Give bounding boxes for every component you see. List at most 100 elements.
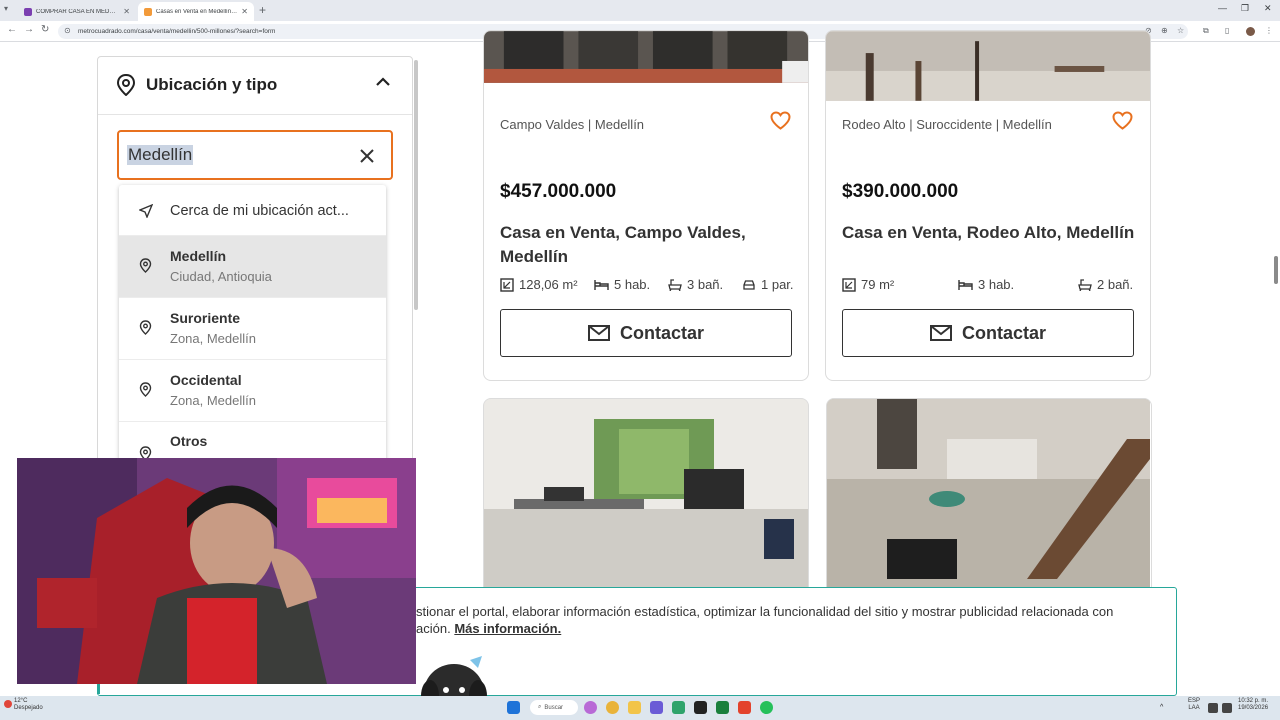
language-indicator[interactable]: ESP LAA (1188, 698, 1200, 712)
browser-menu-icon[interactable]: ⋮ (1265, 26, 1273, 35)
minimize-icon[interactable]: — (1218, 3, 1227, 13)
baths-value: 3 bañ. (687, 277, 724, 292)
listing-title[interactable]: Casa en Venta, Rodeo Alto, Medellín (842, 221, 1142, 245)
listing-title[interactable]: Casa en Venta, Campo Valdes, Medellín (500, 221, 790, 269)
clear-icon[interactable] (357, 146, 377, 166)
baths-feature: 3 bañ. (668, 277, 723, 292)
location-pin-icon (139, 258, 152, 273)
weather-widget[interactable]: 12°C Despejado (14, 698, 43, 712)
favorite-heart-icon[interactable] (770, 111, 791, 130)
mail-icon (587, 325, 610, 341)
tab-title: COMPRAR CASA EN MEDELLIN (36, 8, 120, 15)
contact-label: Contactar (961, 322, 1046, 343)
windows-start-icon[interactable] (507, 701, 520, 714)
location-suggestions-dropdown: Cerca de mi ubicación act... Medellín Ci… (119, 185, 386, 465)
contact-label: Contactar (619, 322, 704, 343)
listing-location: Rodeo Alto | Suroccidente | Medellín (842, 117, 1052, 132)
page-scrollbar[interactable] (1274, 256, 1278, 284)
webcam-overlay (17, 458, 416, 684)
listing-card[interactable] (483, 398, 809, 598)
panel-scrollbar[interactable] (414, 60, 418, 310)
weather-badge-icon (4, 700, 12, 708)
clock[interactable]: 10:32 p. m. 19/03/2026 (1238, 698, 1268, 712)
brave-icon[interactable] (738, 701, 751, 714)
app-icon[interactable] (672, 701, 685, 714)
chrome-icon[interactable] (606, 701, 619, 714)
listing-photo[interactable] (827, 399, 1150, 598)
close-tab-icon[interactable]: ✕ (241, 7, 248, 16)
favorite-heart-icon[interactable] (1112, 111, 1133, 130)
browser-tab-2[interactable]: Casas en Venta en Medellín - V ✕ (138, 2, 254, 21)
location-pin-icon (139, 320, 152, 335)
rooms-value: 3 hab. (978, 277, 1015, 292)
suggestion-medellin[interactable]: Medellín Ciudad, Antioquia (119, 236, 386, 298)
contact-button[interactable]: Contactar (500, 309, 792, 357)
cookie-text: stionar el portal, elaborar información … (416, 604, 1161, 637)
tab-title: Casas en Venta en Medellín - V (156, 8, 238, 15)
layout-code: LAA (1188, 705, 1200, 711)
location-pin-icon (139, 382, 152, 397)
listing-card[interactable]: Rodeo Alto | Suroccidente | Medellín $39… (825, 30, 1151, 381)
cookie-line-1: stionar el portal, elaborar información … (416, 604, 1114, 619)
suggestion-sublabel: Zona, Medellín (170, 393, 256, 408)
browser-tab-1[interactable]: COMPRAR CASA EN MEDELLIN ✕ (18, 2, 136, 21)
suggestion-label: Medellín (170, 248, 227, 264)
suggestion-occidental[interactable]: Occidental Zona, Medellín (119, 360, 386, 422)
terminal-icon[interactable] (716, 701, 729, 714)
listing-photo[interactable] (484, 31, 808, 83)
close-tab-icon[interactable]: ✕ (123, 7, 130, 16)
file-explorer-icon[interactable] (628, 701, 641, 714)
zoom-icon[interactable]: ⊕ (1161, 26, 1168, 35)
temperature: 12°C (14, 698, 28, 704)
sidebar-icon[interactable]: ▯ (1225, 26, 1229, 35)
area-value: 79 m² (861, 277, 895, 292)
bathtub-icon (668, 279, 682, 291)
volume-icon[interactable] (1222, 703, 1232, 713)
suggestion-sublabel: Zona, Medellín (170, 331, 256, 346)
location-type-section-header[interactable]: Ubicación y tipo (98, 57, 412, 115)
close-window-icon[interactable]: ✕ (1264, 3, 1272, 14)
bathtub-icon (1078, 279, 1092, 291)
area-feature: 128,06 m² (500, 277, 578, 292)
back-icon[interactable]: ← (7, 24, 17, 35)
tab-list-icon[interactable]: ▾ (4, 4, 14, 16)
search-icon: ⌕ (538, 704, 542, 710)
forward-icon[interactable]: → (24, 24, 34, 35)
reload-icon[interactable]: ↻ (41, 24, 49, 35)
bookmark-star-icon[interactable]: ☆ (1177, 26, 1184, 35)
site-favicon-icon (24, 7, 32, 16)
suggestion-suroriente[interactable]: Suroriente Zona, Medellín (119, 298, 386, 360)
wifi-icon[interactable] (1208, 703, 1218, 713)
maximize-icon[interactable]: ❐ (1241, 3, 1249, 14)
suggestion-nearby[interactable]: Cerca de mi ubicación act... (119, 185, 386, 236)
webcam-video (17, 458, 416, 684)
site-info-icon[interactable]: ⊙ (64, 26, 71, 35)
suggestion-label: Otros (170, 433, 208, 449)
windows-taskbar: 12°C Despejado ⌕ Buscar ^ ESP LAA 10:32 … (0, 696, 1280, 720)
copilot-icon[interactable] (584, 701, 597, 714)
listing-photo[interactable] (484, 399, 809, 598)
clock-time: 10:32 p. m. (1238, 698, 1269, 704)
mail-icon (929, 325, 952, 341)
whatsapp-icon[interactable] (760, 701, 773, 714)
app-icon[interactable] (694, 701, 707, 714)
app-icon[interactable] (650, 701, 663, 714)
listing-card[interactable] (826, 398, 1152, 598)
chevron-up-icon[interactable] (376, 77, 390, 87)
area-icon (842, 277, 856, 292)
tray-chevron-icon[interactable]: ^ (1160, 704, 1168, 712)
extensions-icon[interactable]: ⧉ (1203, 26, 1209, 36)
search-value: Medellín (127, 145, 194, 165)
listing-photo[interactable] (826, 31, 1150, 101)
area-icon (500, 277, 514, 292)
location-search-input[interactable]: Medellín (117, 130, 393, 180)
suggestion-label: Cerca de mi ubicación act... (170, 203, 349, 219)
taskbar-search[interactable]: ⌕ Buscar (530, 700, 578, 715)
listing-card[interactable]: Campo Valdes | Medellín $457.000.000 Cas… (483, 30, 809, 381)
site-favicon-icon (144, 7, 152, 16)
contact-button[interactable]: Contactar (842, 309, 1134, 357)
section-title: Ubicación y tipo (146, 75, 278, 94)
more-info-link[interactable]: Más información. (454, 621, 561, 636)
profile-avatar[interactable] (1246, 27, 1255, 36)
new-tab-icon[interactable]: + (259, 3, 266, 17)
